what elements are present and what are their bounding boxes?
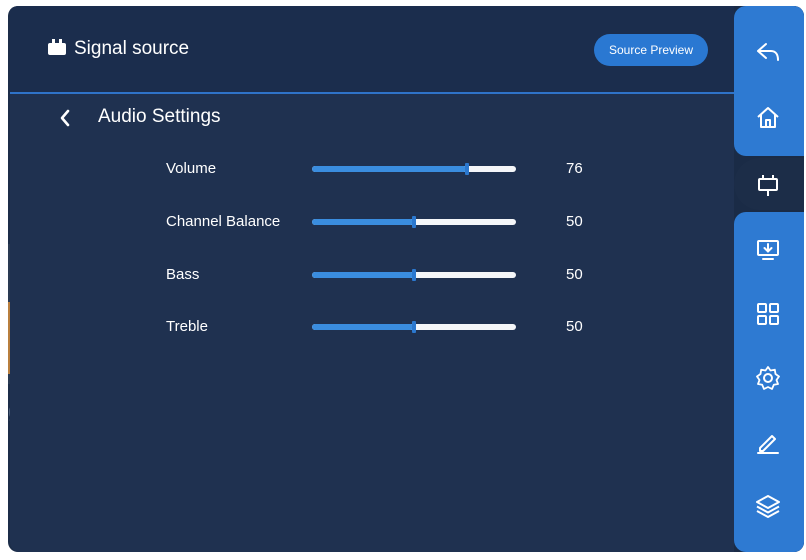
sidebar-item-settings[interactable]: [754, 364, 782, 392]
slider-fill: [312, 166, 468, 172]
treble-label: Treble: [166, 318, 208, 335]
settings-gear-icon: [756, 366, 780, 390]
back-icon: [757, 43, 779, 61]
sidebar-item-home[interactable]: [754, 104, 782, 132]
volume-slider[interactable]: [312, 163, 516, 175]
slider-fill: [312, 324, 414, 330]
volume-value: 76: [566, 160, 583, 177]
source-preview-button[interactable]: Source Preview: [594, 34, 708, 66]
channel-balance-label: Channel Balance: [166, 213, 281, 230]
bass-slider[interactable]: [312, 269, 516, 281]
slider-thumb[interactable]: [412, 269, 416, 281]
volume-label: Volume: [166, 160, 217, 177]
bass-label: Bass: [166, 266, 200, 283]
sidebar-item-annotate[interactable]: [754, 428, 782, 456]
channel-balance-value: 50: [566, 213, 583, 230]
sidebar-item-screen[interactable]: [754, 236, 782, 264]
header-divider: [10, 92, 734, 94]
signal-source-icon: [758, 175, 778, 196]
home-icon: [757, 107, 779, 128]
sidebar-item-apps[interactable]: [754, 300, 782, 328]
app-window: ger Signal source Source Preview Audio S…: [8, 6, 804, 552]
page-title: Signal source: [74, 38, 190, 59]
sidebar-item-layers[interactable]: [754, 492, 782, 520]
back-chevron-icon[interactable]: [58, 108, 72, 128]
treble-value: 50: [566, 318, 583, 335]
slider-thumb[interactable]: [465, 163, 470, 175]
channel-balance-slider[interactable]: [312, 216, 516, 228]
layers-icon: [756, 495, 780, 518]
sidebar-item-back[interactable]: [754, 38, 782, 66]
slider-thumb[interactable]: [412, 321, 416, 333]
sidebar-top-group: [734, 6, 804, 156]
apps-grid-icon: [757, 303, 779, 325]
screen-download-icon: [757, 240, 779, 260]
slider-thumb[interactable]: [412, 216, 416, 228]
slider-fill: [312, 272, 414, 278]
pen-icon: [757, 435, 779, 454]
bass-value: 50: [566, 266, 583, 283]
slider-fill: [312, 219, 414, 225]
signal-source-icon: [48, 39, 66, 55]
section-title: Audio Settings: [98, 106, 221, 127]
sidebar-item-signal-source[interactable]: [754, 171, 782, 199]
signal-source-panel: Signal source Source Preview Audio Setti…: [10, 6, 734, 552]
treble-slider[interactable]: [312, 321, 516, 333]
